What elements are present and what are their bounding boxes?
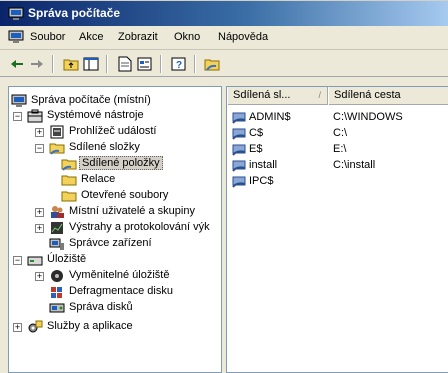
title-bar[interactable]: Správa počítače (0, 0, 448, 26)
properties-button[interactable] (136, 55, 154, 73)
event-viewer-icon (50, 125, 64, 139)
new-share-button[interactable] (203, 55, 221, 73)
system-menu-icon[interactable] (8, 30, 24, 45)
services-icon (28, 320, 43, 333)
menu-soubor[interactable]: Soubor (30, 31, 65, 43)
defragment-icon (51, 287, 62, 298)
tree-label: Služby a aplikace (47, 320, 133, 332)
computer-management-icon (11, 94, 27, 107)
forward-button[interactable] (28, 55, 46, 73)
properties-icon (137, 57, 152, 71)
storage-icon (27, 256, 43, 266)
table-row[interactable]: ADMIN$ C:\WINDOWS (227, 110, 448, 125)
window-title: Správa počítače (28, 6, 121, 20)
device-manager-icon (49, 238, 64, 250)
menu-okno[interactable]: Okno (174, 31, 200, 43)
share-name: ADMIN$ (249, 111, 291, 123)
computer-management-icon (8, 7, 24, 20)
collapse-icon[interactable]: − (13, 112, 22, 121)
show-tree-icon (83, 57, 99, 71)
tree-label: Vyměnitelné úložiště (69, 269, 170, 281)
column-header-share-name[interactable]: Sdílená sl... / (227, 87, 328, 105)
disk-management-icon (49, 303, 65, 313)
users-icon (51, 206, 64, 218)
menu-zobrazit[interactable]: Zobrazit (118, 31, 158, 43)
new-share-icon (204, 59, 220, 71)
help-button[interactable]: ? (170, 55, 188, 73)
share-icon (232, 176, 246, 188)
share-path: C:\ (333, 127, 348, 139)
expand-icon[interactable]: + (13, 323, 22, 332)
shared-folder-icon (61, 159, 77, 171)
expand-icon[interactable]: + (35, 272, 44, 281)
share-path: C:\install (333, 159, 376, 171)
tree-label: Prohlížeč událostí (69, 125, 157, 137)
export-list-button[interactable] (116, 55, 134, 73)
expand-icon[interactable]: + (35, 224, 44, 233)
share-icon (232, 112, 246, 124)
svg-text:?: ? (176, 60, 182, 71)
share-path: E:\ (333, 143, 347, 155)
sort-arrow-icon: / (318, 90, 321, 100)
computer-management-window: Správa počítače Soubor Akce Zobrazit Okn… (0, 0, 448, 373)
tree-label: Sdílené složky (69, 141, 140, 153)
tree-label: Systémové nástroje (47, 109, 144, 121)
table-row[interactable]: IPC$ (227, 174, 448, 189)
menu-napoveda[interactable]: Nápověda (218, 31, 268, 43)
share-icon (232, 160, 246, 172)
up-one-level-button[interactable] (62, 55, 80, 73)
toolbar-separator (160, 55, 162, 73)
toolbar-separator (52, 55, 54, 73)
collapse-icon[interactable]: − (35, 144, 44, 153)
tree-label: Výstrahy a protokolování výk (69, 221, 210, 233)
shared-folder-icon (49, 143, 65, 155)
shares-list[interactable]: Sdílená sl... / Sdílená cesta ADMIN$ C:\… (226, 86, 448, 373)
console-tree[interactable]: Správa počítače (místní) − Systémové nás… (8, 86, 222, 373)
expand-icon[interactable]: + (35, 208, 44, 217)
folder-icon (61, 175, 77, 186)
share-icon (232, 128, 246, 140)
tree-label: Místní uživatelé a skupiny (69, 205, 195, 217)
menu-akce[interactable]: Akce (79, 31, 103, 43)
share-icon (232, 144, 246, 156)
column-header-share-path[interactable]: Sdílená cesta (328, 87, 448, 105)
tree-label: Otevřené soubory (81, 189, 169, 201)
collapse-icon[interactable]: − (13, 256, 22, 265)
column-header-label: Sdílená cesta (334, 89, 401, 101)
column-header-label: Sdílená sl... (233, 89, 291, 101)
tree-label-selected: Sdílené položky (79, 156, 163, 170)
share-name: install (249, 159, 278, 171)
tree-label: Úložiště (47, 253, 87, 265)
table-row[interactable]: C$ C:\ (227, 126, 448, 141)
share-name: C$ (249, 127, 264, 139)
toolbar: ? (0, 51, 448, 77)
tree-label: Relace (81, 173, 116, 185)
tree-label: Defragmentace disku (69, 285, 173, 297)
tree-label: Správa počítače (místní) (31, 94, 151, 106)
share-name: E$ (249, 143, 263, 155)
show-hide-tree-button[interactable] (82, 55, 100, 73)
forward-arrow-icon (31, 60, 43, 68)
list-header: Sdílená sl... / Sdílená cesta (227, 87, 448, 105)
tools-icon (27, 109, 43, 123)
folder-icon (61, 191, 77, 202)
help-icon: ? (171, 57, 186, 71)
performance-logs-icon (51, 222, 63, 234)
toolbar-separator (194, 55, 196, 73)
share-name: IPC$ (249, 175, 274, 187)
export-list-icon (118, 56, 132, 72)
back-button[interactable] (8, 55, 26, 73)
share-path: C:\WINDOWS (333, 111, 403, 123)
toolbar-separator (106, 55, 108, 73)
back-arrow-icon (11, 60, 23, 68)
tree-label: Správa disků (69, 301, 133, 313)
table-row[interactable]: E$ E:\ (227, 142, 448, 157)
expand-icon[interactable]: + (35, 128, 44, 137)
up-folder-icon (63, 59, 79, 71)
menu-bar: Soubor Akce Zobrazit Okno Nápověda (0, 26, 448, 50)
table-row[interactable]: install C:\install (227, 158, 448, 173)
removable-storage-icon (51, 270, 63, 282)
tree-label: Správce zařízení (69, 237, 152, 249)
